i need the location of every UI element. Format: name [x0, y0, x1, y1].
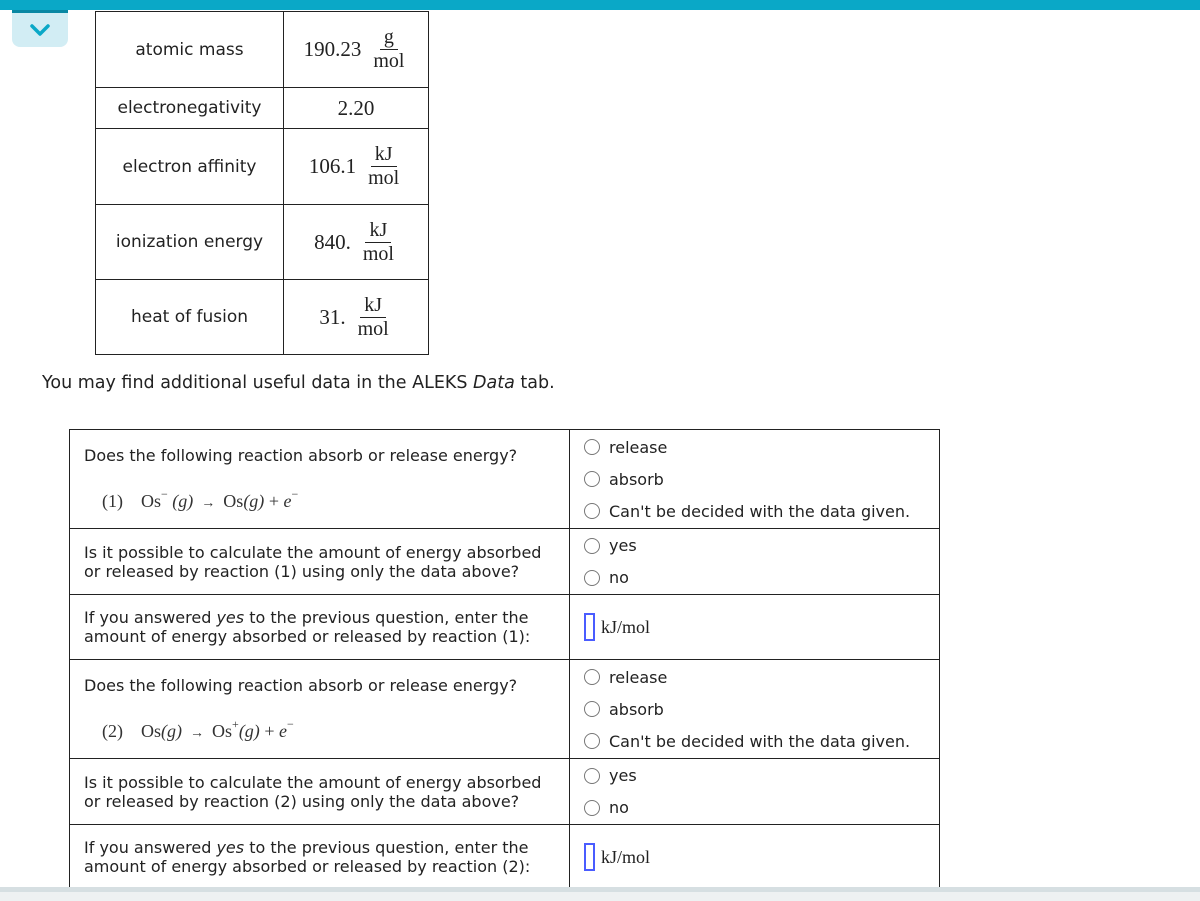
- property-value: 2.20: [283, 87, 429, 129]
- radio-button[interactable]: [584, 569, 600, 586]
- property-label: electron affinity: [95, 128, 284, 205]
- reaction-equation-1: (1) Os− (g) → Os(g) + e−: [102, 486, 299, 511]
- radio-button[interactable]: [584, 701, 600, 717]
- radio-button[interactable]: [584, 471, 600, 487]
- radio-option-absorb[interactable]: absorb: [584, 463, 925, 495]
- property-label: electronegativity: [95, 87, 284, 129]
- unit-label: kJ/mol: [601, 616, 651, 637]
- radio-option-no[interactable]: no: [584, 562, 925, 594]
- radio-button[interactable]: [584, 767, 600, 784]
- property-row: electronegativity 2.20: [95, 87, 429, 129]
- reaction-arrow-icon: →: [201, 495, 216, 511]
- property-row: ionization energy 840. kJ mol: [95, 204, 429, 280]
- property-row: electron affinity 106.1 kJ mol: [95, 128, 429, 205]
- radio-option-release[interactable]: release: [584, 661, 925, 693]
- question-prompt: Does the following reaction absorb or re…: [84, 445, 518, 465]
- radio-button[interactable]: [584, 503, 600, 519]
- property-label: atomic mass: [95, 11, 284, 88]
- property-value: 190.23: [303, 37, 362, 61]
- data-tab-note: You may find additional useful data in t…: [42, 373, 555, 393]
- chevron-down-icon: [30, 24, 50, 36]
- radio-option-release[interactable]: release: [584, 431, 925, 463]
- radio-option-cant-decide[interactable]: Can't be decided with the data given.: [584, 495, 925, 527]
- element-properties-table: atomic mass 190.23 g mol electronegativity…: [95, 11, 429, 355]
- energy-input-1[interactable]: [584, 613, 595, 641]
- unit-fraction: kJ mol: [357, 293, 389, 340]
- radio-button[interactable]: [584, 439, 600, 455]
- reaction-equation-2: (2) Os(g) → Os+(g) + e−: [102, 716, 294, 741]
- property-value: 106.1: [308, 154, 357, 178]
- property-value: 31.: [319, 304, 346, 329]
- unit-fraction: kJ mol: [362, 218, 394, 265]
- unit-fraction: kJ mol: [368, 143, 400, 189]
- reaction-arrow-icon: →: [190, 725, 205, 741]
- collapse-toggle-button[interactable]: [12, 10, 68, 47]
- radio-button[interactable]: [584, 733, 600, 749]
- property-label: ionization energy: [95, 204, 284, 280]
- question-row-possible-2: Is it possible to calculate the amount o…: [69, 758, 940, 825]
- property-value: 840.: [314, 229, 351, 254]
- unit-fraction: g mol: [373, 26, 405, 72]
- question-prompt: Does the following reaction absorb or re…: [84, 675, 518, 695]
- question-row-possible-1: Is it possible to calculate the amount o…: [69, 528, 940, 595]
- question-row-amount-1: If you answered yes to the previous ques…: [69, 594, 940, 660]
- radio-button[interactable]: [584, 537, 600, 554]
- unit-label: kJ/mol: [601, 846, 651, 867]
- bottom-bar: [0, 887, 1200, 901]
- question-row-amount-2: If you answered yes to the previous ques…: [69, 824, 940, 890]
- radio-option-yes[interactable]: yes: [584, 530, 925, 562]
- energy-input-2[interactable]: [584, 843, 595, 871]
- radio-option-absorb[interactable]: absorb: [584, 693, 925, 725]
- radio-button[interactable]: [584, 799, 600, 816]
- question-row-absorb-release-2: Does the following reaction absorb or re…: [69, 659, 940, 759]
- radio-option-yes[interactable]: yes: [584, 760, 925, 792]
- radio-option-no[interactable]: no: [584, 792, 925, 824]
- question-row-absorb-release-1: Does the following reaction absorb or re…: [69, 429, 940, 529]
- questions-table: Does the following reaction absorb or re…: [69, 429, 940, 890]
- radio-option-cant-decide[interactable]: Can't be decided with the data given.: [584, 725, 925, 757]
- top-bar: [0, 0, 1200, 10]
- property-row: atomic mass 190.23 g mol: [95, 11, 429, 88]
- property-row: heat of fusion 31. kJ mol: [95, 279, 429, 355]
- property-label: heat of fusion: [95, 279, 284, 355]
- radio-button[interactable]: [584, 669, 600, 685]
